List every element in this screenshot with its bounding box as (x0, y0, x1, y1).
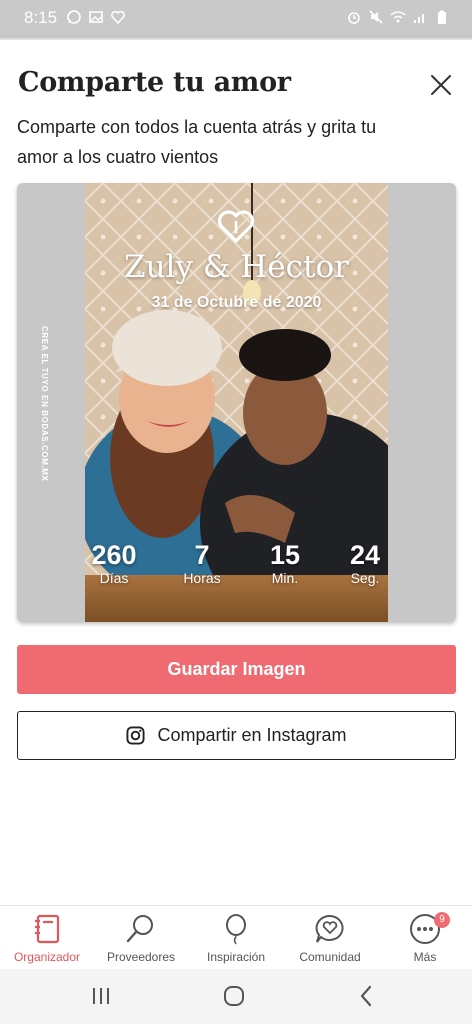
countdown-value: 15 (269, 540, 301, 570)
share-instagram-button[interactable]: Compartir en Instagram (17, 711, 456, 760)
countdown-unit: Horas (183, 570, 221, 586)
countdown-value: 260 (91, 540, 137, 570)
nav-item-comunidad[interactable]: Comunidad (283, 912, 377, 964)
home-icon[interactable] (221, 983, 247, 1009)
notification-badge: 9 (434, 912, 450, 928)
signal-icon (414, 14, 424, 23)
wifi-icon (390, 11, 406, 23)
nav-item-proveedores[interactable]: Proveedores (94, 912, 188, 964)
status-bar: 8:15 (0, 0, 472, 36)
sheet-shadow (0, 36, 472, 40)
status-left-icons (66, 9, 126, 25)
status-time: 8:15 (24, 8, 58, 27)
nav-item-inspiracion[interactable]: Inspiración (189, 912, 283, 964)
balloon-icon (226, 914, 246, 945)
mute-icon (369, 10, 383, 24)
instagram-icon (126, 726, 145, 745)
notebook-icon (35, 914, 60, 944)
chat-heart-icon (315, 914, 344, 943)
countdown-value: 7 (194, 540, 210, 570)
status-right-icons (346, 9, 450, 25)
back-icon[interactable] (354, 983, 380, 1009)
save-image-button[interactable]: Guardar Imagen (17, 645, 456, 694)
countdown-unit: Min. (271, 570, 299, 586)
search-icon (126, 915, 153, 943)
page-title: Comparte tu amor (18, 67, 291, 98)
countdown-seconds: 24 Seg. (337, 540, 388, 586)
bottom-nav: Organizador Proveedores Inspiración Comu… (0, 905, 472, 969)
countdown-minutes: 15 Min. (257, 540, 313, 586)
heart-outline-icon (111, 10, 125, 25)
nav-item-organizador[interactable]: Organizador (0, 912, 94, 964)
battery-icon (438, 10, 446, 24)
close-icon[interactable] (426, 70, 456, 100)
recent-apps-icon[interactable] (88, 983, 114, 1009)
nav-label: Más (413, 950, 437, 964)
nav-label: Organizador (13, 950, 81, 964)
system-nav-bar (0, 969, 472, 1024)
countdown-card: CREA EL TUYO EN BODAS.COM.MX Zuly & Héct… (17, 183, 456, 622)
couple-photo: Zuly & Héctor 31 de Octubre de 2020 260 … (85, 183, 388, 622)
nav-label: Comunidad (299, 950, 361, 964)
share-instagram-label: Compartir en Instagram (157, 725, 347, 745)
countdown-unit: Seg. (350, 570, 380, 586)
countdown-value: 24 (349, 540, 381, 570)
nav-item-mas[interactable]: 9 Más (378, 912, 472, 964)
wedding-date: 31 de Octubre de 2020 (151, 294, 322, 311)
countdown-hours: 7 Horas (174, 540, 230, 586)
card-side-text: CREA EL TUYO EN BODAS.COM.MX (40, 326, 49, 482)
nav-label: Inspiración (206, 950, 266, 964)
whatsapp-icon (67, 10, 81, 24)
countdown-days: 260 Días (85, 540, 143, 586)
countdown-unit: Días (99, 570, 129, 586)
nav-label: Proveedores (106, 950, 176, 964)
alarm-icon (348, 12, 360, 24)
gallery-icon (89, 11, 103, 23)
couple-name: Zuly & Héctor (124, 249, 349, 285)
heart-logo-icon (217, 210, 255, 243)
page-subtitle: Comparte con todos la cuenta atrás y gri… (17, 117, 377, 167)
